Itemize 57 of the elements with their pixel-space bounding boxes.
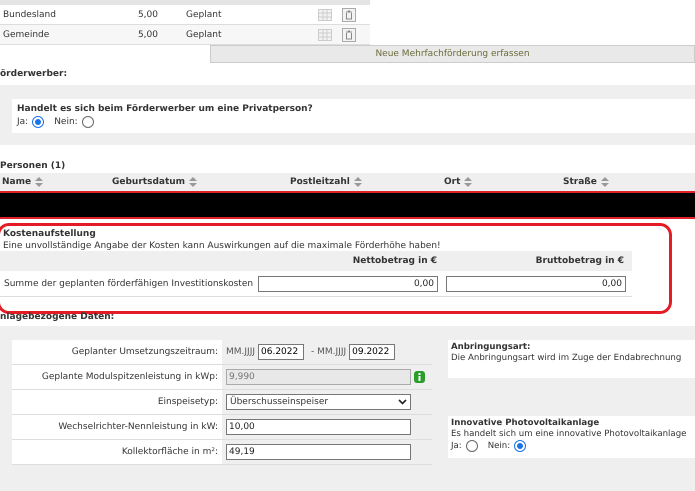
text-field[interactable]: 49,19 — [226, 444, 411, 460]
section-title: Kostenaufstellung — [3, 229, 97, 239]
section-heading: Personen (1) — [0, 160, 66, 173]
add-funding-button[interactable]: Neue Mehrfachförderung erfassen — [210, 45, 695, 63]
amount-field[interactable]: 0,00 — [258, 276, 438, 292]
info-text: Es handelt sich um eine innovative Photovoltaikanlage — [451, 429, 688, 439]
field-label: Einspeisetyp: — [12, 390, 222, 414]
trash-icon[interactable] — [342, 28, 356, 42]
radio-button[interactable] — [32, 116, 44, 128]
table-cell-text: Bundesland — [2, 10, 57, 20]
field-label: Kollektorfläche in m²: — [12, 440, 222, 464]
column-header: Bruttobetrag in € — [534, 256, 624, 266]
readonly-field[interactable]: 9,990 — [226, 369, 411, 385]
info-text: Die Anbringungsart wird im Zuge der Endabrechnung — [451, 353, 682, 363]
date-field[interactable]: 09.2022 — [349, 344, 396, 360]
table-cell-text: Gemeinde — [2, 30, 50, 40]
radio-option[interactable]: Nein: — [54, 116, 94, 128]
cost-note: Eine unvollständige Angabe der Kosten kann Auswirkungen auf die maximale Förderhöhe haben! — [3, 241, 442, 251]
box-title: Anbringungsart: — [451, 342, 532, 352]
table-cell-text: 5,00 — [136, 30, 158, 40]
section-heading: nlagebezogene Daten: — [0, 312, 116, 324]
radio-button[interactable] — [82, 116, 94, 128]
sort-icon[interactable] — [464, 177, 472, 187]
chevron-down-icon — [398, 399, 407, 405]
radio-option[interactable]: Nein: — [488, 440, 526, 452]
field-label: Geplante Modulspitzenleistung in kWp: — [12, 365, 222, 389]
box-title: Innovative Photovoltaikanlage — [451, 418, 600, 428]
column-header[interactable]: Ort — [444, 177, 460, 187]
column-header: Nettobetrag in € — [352, 256, 437, 266]
format-hint: MM.JJJJ — [226, 347, 256, 357]
radio-button[interactable] — [466, 440, 478, 452]
row-label: Summe der geplanten förderfähigen Investitionskosten — [3, 278, 254, 288]
column-header[interactable]: Postleitzahl — [290, 177, 350, 187]
amount-field[interactable]: 0,00 — [446, 276, 626, 292]
info-icon[interactable] — [414, 371, 425, 383]
sort-icon[interactable] — [35, 177, 44, 187]
table-cell-text: Geplant — [185, 10, 222, 20]
radio-button[interactable] — [514, 440, 526, 452]
trash-icon[interactable] — [342, 8, 356, 22]
field-label: Geplanter Umsetzungszeitraum: — [12, 340, 222, 364]
text-field[interactable]: 10,00 — [226, 419, 411, 435]
sort-icon[interactable] — [600, 177, 609, 187]
column-header[interactable]: Straße — [563, 177, 597, 187]
question-text: Handelt es sich beim Förderwerber um eine Privatperson? — [17, 104, 314, 114]
column-header[interactable]: Geburtsdatum — [112, 177, 186, 187]
table-cell-text: 5,00 — [136, 10, 158, 20]
column-header[interactable]: Name — [2, 177, 32, 187]
sort-icon[interactable] — [354, 177, 362, 187]
select-field[interactable]: Überschusseinspeiser — [226, 394, 411, 410]
table-cell-text: Geplant — [185, 30, 222, 40]
radio-option[interactable]: Ja: — [17, 116, 44, 128]
radio-option[interactable]: Ja: — [451, 440, 478, 452]
section-heading: örderwerber: — [0, 68, 68, 81]
date-field[interactable]: 06.2022 — [258, 344, 304, 360]
format-hint: - MM.JJJJ — [311, 347, 346, 357]
field-label: Wechselrichter-Nennleistung in kW: — [12, 415, 222, 439]
sort-icon[interactable] — [189, 177, 198, 187]
